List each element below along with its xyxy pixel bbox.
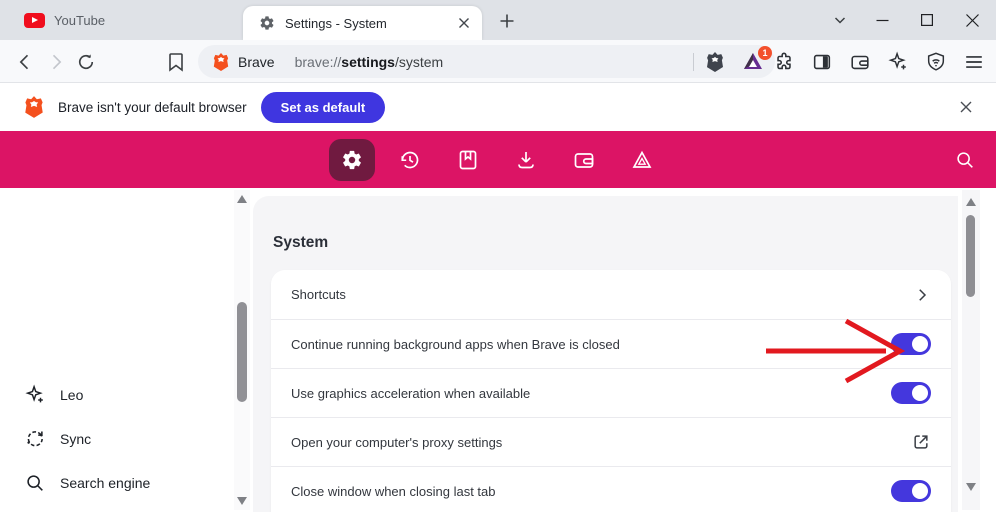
nav-history-icon[interactable]: [387, 139, 433, 181]
toggle-knob: [912, 336, 928, 352]
menu-icon[interactable]: [960, 48, 988, 76]
youtube-favicon-icon: [24, 12, 45, 28]
content-scrollbar-thumb[interactable]: [966, 215, 975, 297]
window-close-button[interactable]: [950, 0, 994, 40]
settings-sidebar: Leo Sync Search engine Extensions: [0, 188, 234, 512]
browser-window: YouTube Settings - System Brave brave://…: [0, 0, 996, 512]
brave-rewards-bat-icon[interactable]: 1: [741, 45, 772, 74]
sync-icon: [24, 428, 46, 450]
continue-running-background-apps-toggle[interactable]: [891, 333, 931, 355]
set-as-default-button[interactable]: Set as default: [260, 91, 386, 123]
brave-lion-icon: [23, 95, 45, 119]
tab-title: Settings - System: [285, 15, 387, 31]
scroll-up-icon[interactable]: [237, 195, 247, 203]
nav-wallet-icon[interactable]: [561, 139, 607, 181]
setting-label: Close window when closing last tab: [291, 483, 496, 499]
nav-settings-gear-icon[interactable]: [329, 138, 375, 181]
sidebar-scrollbar-thumb[interactable]: [237, 302, 247, 402]
banner-close-icon[interactable]: [954, 95, 978, 119]
scroll-down-icon[interactable]: [237, 497, 247, 505]
sidebar-item-search-engine[interactable]: Search engine: [0, 472, 150, 494]
tab-close-icon[interactable]: [458, 17, 470, 29]
address-bar[interactable]: Brave brave://settings/system 1: [198, 45, 775, 78]
sidebar-item-label: Sync: [60, 431, 92, 447]
toggle-knob: [912, 385, 928, 401]
back-button[interactable]: [14, 51, 36, 73]
nav-rewards-icon[interactable]: [619, 139, 665, 181]
site-info-chip[interactable]: Brave: [212, 52, 275, 72]
banner-message: Brave isn't your default browser: [58, 99, 247, 115]
setting-label: Shortcuts: [291, 287, 346, 302]
search-icon: [24, 472, 46, 494]
sidebar-item-leo[interactable]: Leo: [0, 384, 83, 406]
side-panel-icon[interactable]: [808, 48, 836, 76]
setting-row-shortcuts[interactable]: Shortcuts: [271, 270, 951, 319]
wallet-icon[interactable]: [846, 48, 874, 76]
page-title: System: [273, 234, 329, 251]
tab-search-chevron-icon[interactable]: [828, 9, 852, 31]
setting-label: Use graphics acceleration when available: [291, 385, 531, 401]
url-path: /system: [394, 53, 444, 70]
settings-header-nav: [0, 131, 996, 188]
setting-row-close-window-last-tab: Close window when closing last tab: [271, 466, 951, 512]
scroll-up-icon[interactable]: [966, 198, 976, 206]
tab-youtube[interactable]: YouTube: [10, 0, 119, 40]
setting-row-proxy-settings[interactable]: Open your computer's proxy settings: [271, 417, 951, 466]
brave-lion-icon: [212, 52, 230, 72]
site-chip-label: Brave: [238, 53, 275, 70]
settings-content-panel: System Shortcuts Continue running backgr…: [253, 196, 958, 512]
toggle-knob: [912, 483, 928, 499]
url-host: settings: [341, 53, 395, 70]
leo-sparkle-icon[interactable]: [884, 48, 912, 76]
scroll-down-icon[interactable]: [966, 483, 976, 491]
url-text: brave://settings/system: [295, 54, 682, 70]
close-window-last-tab-toggle[interactable]: [891, 480, 931, 502]
vpn-shield-icon[interactable]: [922, 48, 950, 76]
chevron-right-icon: [913, 286, 931, 304]
nav-bookmarks-icon[interactable]: [445, 139, 491, 181]
tab-settings-system[interactable]: Settings - System: [243, 6, 482, 40]
graphics-acceleration-toggle[interactable]: [891, 382, 931, 404]
leo-sparkle-icon: [24, 384, 46, 406]
omnibox-separator: [693, 52, 694, 71]
settings-body: Leo Sync Search engine Extensions: [0, 188, 996, 512]
setting-row-background-apps: Continue running background apps when Br…: [271, 319, 951, 368]
default-browser-banner: Brave isn't your default browser Set as …: [0, 83, 996, 131]
extensions-icon[interactable]: [770, 48, 798, 76]
sidebar-item-label: Search engine: [60, 475, 151, 491]
sidebar-item-sync[interactable]: Sync: [0, 428, 91, 450]
content-scrollbar[interactable]: [962, 190, 980, 510]
system-settings-card: Shortcuts Continue running background ap…: [271, 270, 951, 512]
sidebar-item-label: Leo: [60, 387, 84, 403]
external-link-icon: [911, 432, 931, 452]
settings-gear-favicon-icon: [259, 15, 275, 31]
reload-button[interactable]: [75, 51, 97, 73]
tab-strip: YouTube Settings - System: [0, 0, 996, 40]
window-minimize-button[interactable]: [860, 0, 904, 40]
bookmark-icon[interactable]: [165, 51, 187, 73]
setting-label: Open your computer's proxy settings: [291, 434, 503, 450]
forward-button-disabled[interactable]: [45, 51, 67, 73]
url-scheme: brave://: [294, 53, 342, 70]
tab-title: YouTube: [54, 12, 106, 28]
nav-downloads-icon[interactable]: [503, 139, 549, 181]
sidebar-scrollbar[interactable]: [234, 190, 250, 510]
new-tab-button[interactable]: [494, 8, 520, 34]
setting-row-graphics-acceleration: Use graphics acceleration when available: [271, 368, 951, 417]
window-maximize-button[interactable]: [905, 0, 949, 40]
brave-shields-icon[interactable]: [705, 51, 725, 73]
setting-label: Continue running background apps when Br…: [291, 336, 620, 352]
settings-search-icon[interactable]: [952, 147, 978, 173]
